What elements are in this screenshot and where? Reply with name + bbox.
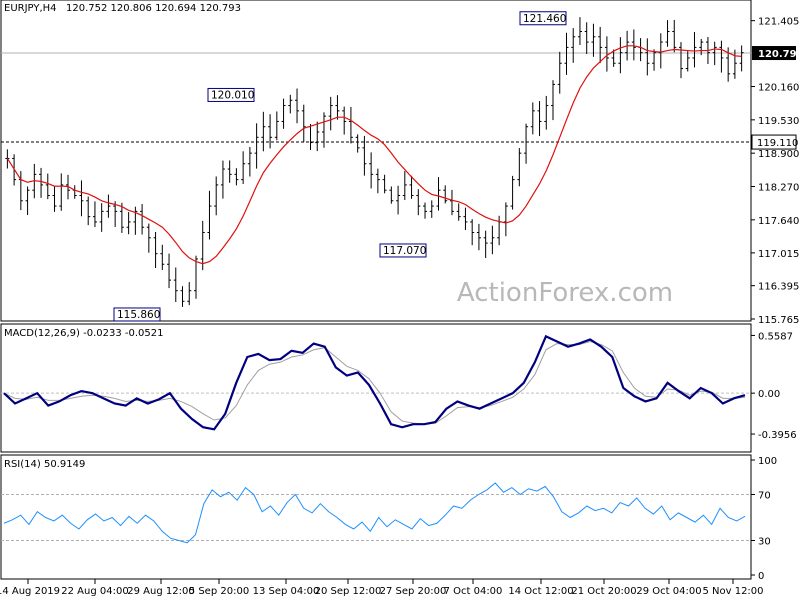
price-y-tick-label: 116.395 [758, 282, 799, 293]
price-header-ohlc: 120.752 120.806 120.694 120.793 [66, 3, 241, 14]
price-y-tick-label: 118.270 [758, 182, 799, 193]
rsi-y-tick-label: 100 [758, 456, 777, 467]
x-tick-label: 7 Oct 04:00 [444, 586, 503, 597]
level-tag-label: 119.110 [757, 138, 798, 149]
price-y-tick-label: 118.900 [758, 149, 799, 160]
price-callout-label: 115.860 [117, 309, 160, 321]
price-y-tick-label: 117.640 [758, 216, 799, 227]
x-tick-label: 27 Sep 20:00 [380, 586, 447, 597]
x-tick-label: 21 Oct 20:00 [571, 586, 636, 597]
x-tick-label: 29 Aug 12:00 [127, 586, 194, 597]
eurjpy-chart: ActionForex.com 115.860 120.010 117.070 121… [0, 0, 800, 597]
price-header-title: EURJPY,H4 [4, 3, 57, 14]
price-callout-label: 120.010 [211, 89, 254, 101]
x-tick-label: 5 Nov 12:00 [702, 586, 763, 597]
price-callout-label: 121.460 [523, 13, 566, 25]
price-panel [0, 0, 752, 322]
current-price-tag-label: 120.793 [758, 49, 800, 60]
macd-y-tick-label: 0.5587 [758, 331, 793, 342]
macd-header: MACD(12,26,9) -0.0233 -0.0521 [4, 328, 164, 339]
rsi-y-tick-label: 30 [758, 537, 771, 548]
price-callout: 121.460 [519, 11, 567, 26]
x-tick-label: 14 Oct 12:00 [508, 586, 573, 597]
price-callout: 117.070 [379, 243, 427, 258]
rsi-header: RSI(14) 50.9149 [4, 459, 85, 470]
x-tick-label: 14 Aug 2019 [0, 586, 60, 597]
rsi-y-tick-label: 0 [758, 571, 764, 582]
price-y-tick-label: 115.765 [758, 315, 799, 326]
x-tick-label: 5 Sep 20:00 [189, 586, 249, 597]
watermark: ActionForex.com [457, 278, 673, 308]
price-y-tick-label: 117.015 [758, 249, 799, 260]
macd-y-tick-label: 0.00 [758, 389, 780, 400]
price-callout: 120.010 [207, 87, 255, 102]
price-y-tick-label: 121.405 [758, 17, 799, 28]
price-y-tick-label: 119.530 [758, 116, 799, 127]
price-callout-label: 117.070 [383, 245, 426, 257]
x-tick-label: 29 Oct 04:00 [636, 586, 701, 597]
x-tick-label: 22 Aug 04:00 [61, 586, 128, 597]
x-tick-label: 13 Sep 04:00 [253, 586, 320, 597]
price-y-tick-label: 120.160 [758, 83, 799, 94]
price-callout: 115.860 [113, 307, 161, 322]
rsi-y-tick-label: 70 [758, 491, 771, 502]
rsi-panel [0, 454, 752, 580]
x-tick-label: 20 Sep 12:00 [315, 586, 382, 597]
macd-y-tick-label: -0.3956 [758, 430, 797, 441]
